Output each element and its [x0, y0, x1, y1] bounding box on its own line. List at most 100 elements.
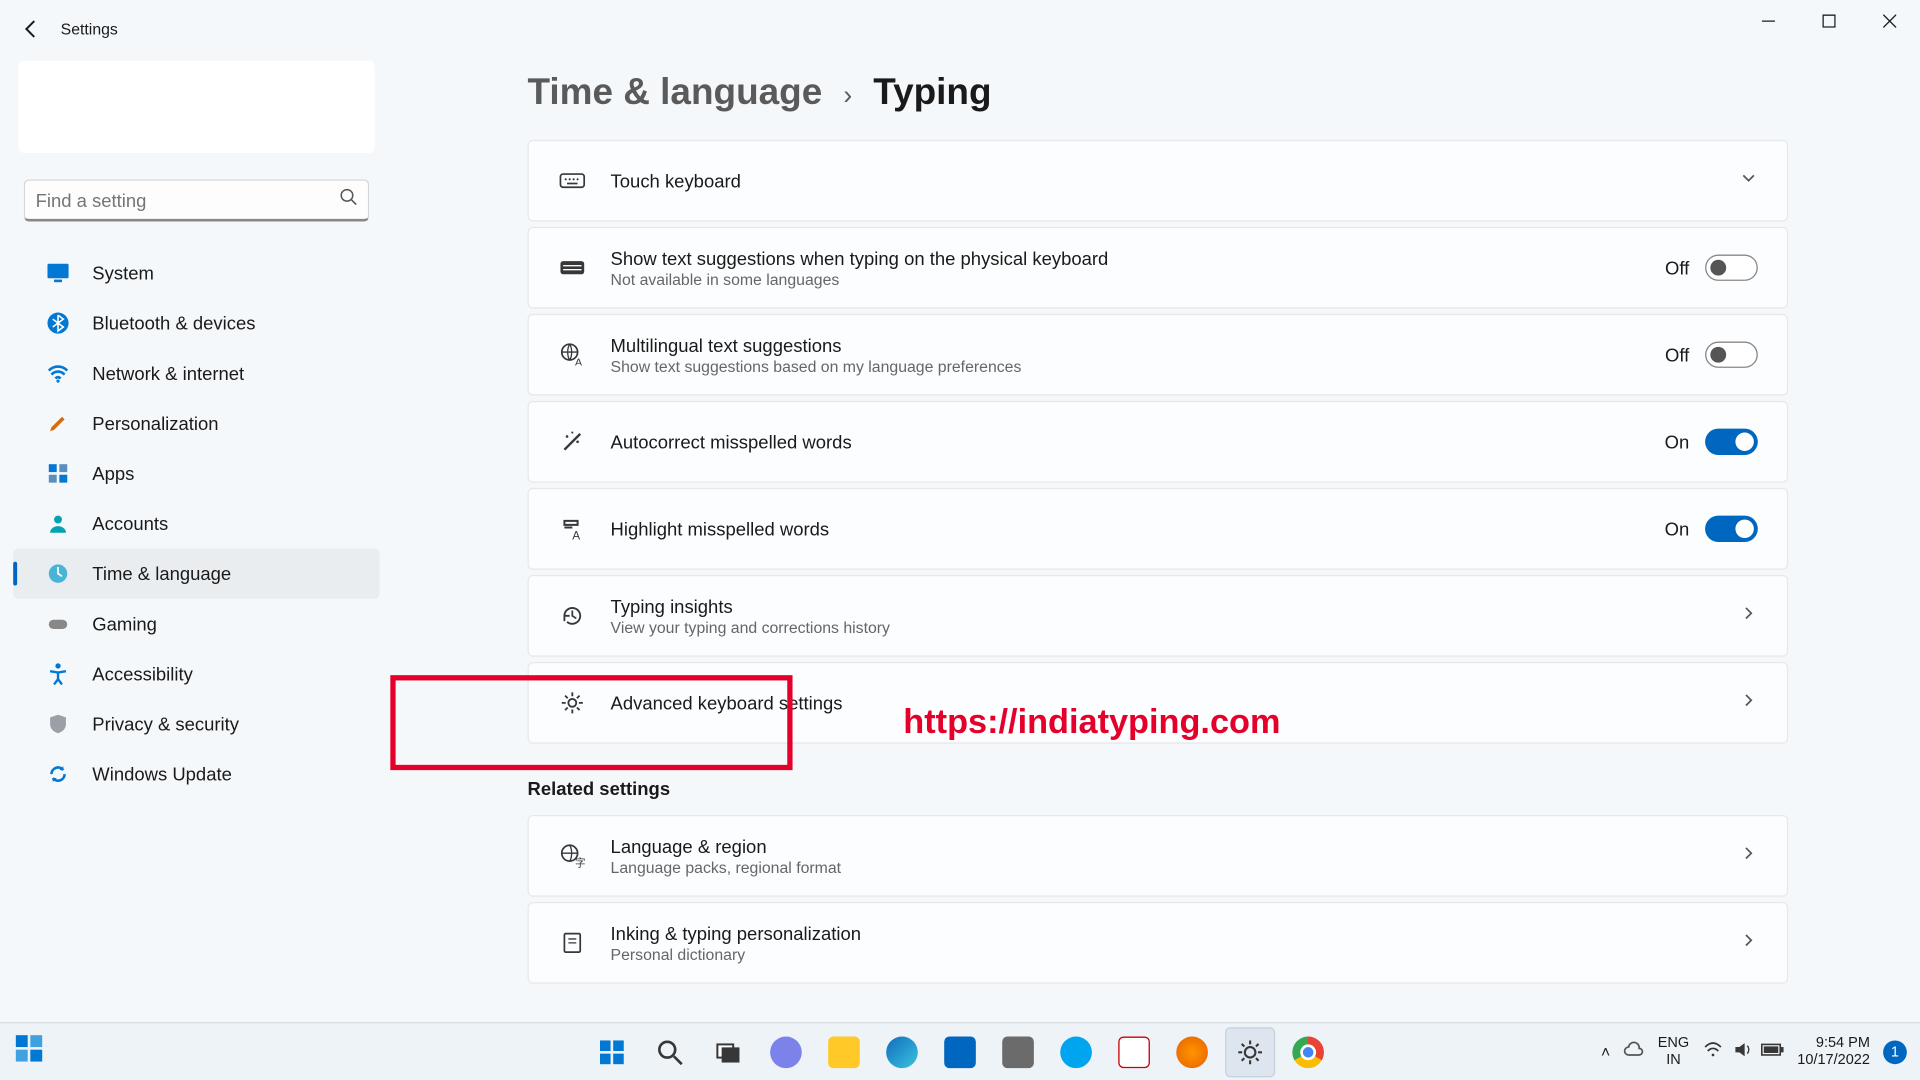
minimize-button[interactable]	[1738, 0, 1799, 42]
cloud-icon[interactable]	[1623, 1039, 1644, 1064]
sidebar-item-label: Privacy & security	[92, 713, 239, 734]
dictionary-icon	[558, 928, 587, 957]
card-title: Typing insights	[611, 595, 1740, 616]
start-button[interactable]	[587, 1027, 637, 1077]
svg-text:A: A	[575, 356, 582, 368]
card-text-suggestions[interactable]: Show text suggestions when typing on the…	[527, 227, 1788, 309]
sidebar-item-network[interactable]: Network & internet	[13, 348, 380, 398]
globe-text-icon: A	[558, 340, 587, 369]
search-box[interactable]	[24, 179, 369, 221]
chevron-right-icon	[1739, 603, 1757, 628]
sidebar-item-label: Personalization	[92, 413, 218, 434]
search-icon	[339, 187, 357, 212]
card-subtitle: Personal dictionary	[611, 945, 1740, 963]
sidebar-item-time-language[interactable]: Time & language	[13, 549, 380, 599]
user-card[interactable]	[18, 61, 374, 153]
sidebar-item-label: Accessibility	[92, 663, 193, 684]
sidebar-item-gaming[interactable]: Gaming	[13, 599, 380, 649]
task-view-button[interactable]	[703, 1027, 753, 1077]
apps-icon	[45, 460, 71, 486]
card-multilingual[interactable]: A Multilingual text suggestions Show text…	[527, 314, 1788, 396]
chat-button[interactable]	[761, 1027, 811, 1077]
card-subtitle: Not available in some languages	[611, 270, 1665, 288]
sidebar-item-label: Apps	[92, 463, 134, 484]
card-title: Touch keyboard	[611, 170, 1740, 191]
toggle-multilingual[interactable]	[1705, 342, 1758, 368]
toggle-autocorrect[interactable]	[1705, 429, 1758, 455]
chevron-right-icon: ›	[843, 82, 852, 112]
close-button[interactable]	[1859, 0, 1920, 42]
tray-chevron-icon[interactable]: ˄	[1601, 1042, 1610, 1060]
card-title: Autocorrect misspelled words	[611, 431, 1665, 452]
search-button[interactable]	[645, 1027, 695, 1077]
volume-tray-icon[interactable]	[1731, 1039, 1752, 1064]
bluetooth-icon	[45, 310, 71, 336]
card-inking[interactable]: Inking & typing personalizationPersonal …	[527, 902, 1788, 984]
paintbrush-icon	[45, 410, 71, 436]
card-touch-keyboard[interactable]: Touch keyboard	[527, 140, 1788, 222]
gear-icon	[558, 688, 587, 717]
card-highlight[interactable]: A Highlight misspelled words On	[527, 488, 1788, 570]
card-title: Multilingual text suggestions	[611, 334, 1665, 355]
card-subtitle: Show text suggestions based on my langua…	[611, 357, 1665, 375]
keyboard-icon	[558, 253, 587, 282]
sidebar-item-windows-update[interactable]: Windows Update	[13, 749, 380, 799]
sidebar-item-personalization[interactable]: Personalization	[13, 398, 380, 448]
svg-text:字: 字	[575, 856, 586, 869]
update-icon	[45, 761, 71, 787]
sidebar-item-label: System	[92, 262, 154, 283]
chevron-right-icon	[1739, 843, 1757, 868]
sidebar-item-bluetooth[interactable]: Bluetooth & devices	[13, 298, 380, 348]
breadcrumb-parent[interactable]: Time & language	[527, 71, 822, 113]
firefox-button[interactable]	[1167, 1027, 1217, 1077]
battery-tray-icon[interactable]	[1760, 1042, 1784, 1062]
store-button[interactable]	[935, 1027, 985, 1077]
toggle-label: Off	[1665, 344, 1689, 365]
chevron-right-icon	[1739, 690, 1757, 715]
sidebar-item-system[interactable]: System	[13, 248, 380, 298]
card-autocorrect[interactable]: Autocorrect misspelled words On	[527, 401, 1788, 483]
mcafee-button[interactable]	[1109, 1027, 1159, 1077]
notification-badge[interactable]: 1	[1883, 1040, 1907, 1064]
related-heading: Related settings	[527, 778, 1788, 799]
wifi-tray-icon[interactable]	[1702, 1039, 1723, 1064]
back-button[interactable]	[8, 5, 55, 52]
settings-app-button[interactable]	[1225, 1027, 1275, 1077]
annotation-text: https://indiatyping.com	[903, 702, 1280, 743]
chevron-right-icon	[1739, 930, 1757, 955]
sidebar-item-accounts[interactable]: Accounts	[13, 498, 380, 548]
language-indicator[interactable]: ENGIN	[1658, 1036, 1689, 1068]
widgets-button[interactable]	[13, 1033, 45, 1071]
chevron-down-icon	[1739, 168, 1757, 193]
app-icon-2[interactable]	[1051, 1027, 1101, 1077]
card-language-region[interactable]: 字 Language & region Language packs, regio…	[527, 815, 1788, 897]
chrome-button[interactable]	[1283, 1027, 1333, 1077]
clock[interactable]: 9:54 PM10/17/2022	[1797, 1036, 1870, 1068]
card-title: Language & region	[611, 835, 1740, 856]
sidebar-item-label: Windows Update	[92, 764, 232, 785]
toggle-text-suggestions[interactable]	[1705, 255, 1758, 281]
file-explorer-button[interactable]	[819, 1027, 869, 1077]
sidebar-item-label: Time & language	[92, 563, 231, 584]
app-icon-1[interactable]	[993, 1027, 1043, 1077]
toggle-highlight[interactable]	[1705, 516, 1758, 542]
card-typing-insights[interactable]: Typing insightsView your typing and corr…	[527, 575, 1788, 657]
maximize-button[interactable]	[1799, 0, 1860, 42]
sidebar-item-accessibility[interactable]: Accessibility	[13, 649, 380, 699]
wifi-icon	[45, 360, 71, 386]
search-input[interactable]	[36, 189, 339, 210]
edge-button[interactable]	[877, 1027, 927, 1077]
toggle-label: On	[1665, 431, 1690, 452]
shield-icon	[45, 711, 71, 737]
sidebar-item-privacy[interactable]: Privacy & security	[13, 699, 380, 749]
history-icon	[558, 601, 587, 630]
sidebar-item-apps[interactable]: Apps	[13, 448, 380, 498]
window-title: Settings	[61, 20, 118, 38]
highlight-text-icon: A	[558, 514, 587, 543]
page-title: Typing	[873, 71, 991, 113]
card-subtitle: Language packs, regional format	[611, 858, 1740, 876]
sidebar-item-label: Gaming	[92, 613, 157, 634]
taskbar: ˄ ENGIN 9:54 PM10/17/2022 1	[0, 1022, 1920, 1080]
card-title: Highlight misspelled words	[611, 518, 1665, 539]
wand-icon	[558, 427, 587, 456]
